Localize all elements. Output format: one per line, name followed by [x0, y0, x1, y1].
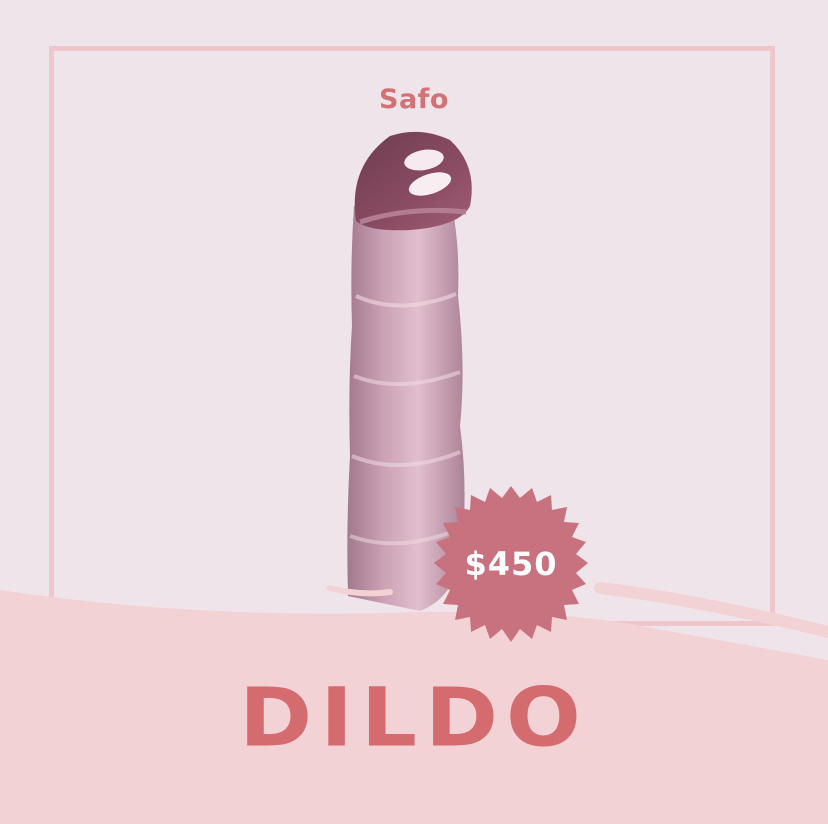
brand-name: Safo	[379, 84, 449, 115]
product-title: DILDO	[239, 670, 589, 765]
price-label: $450	[464, 545, 558, 583]
